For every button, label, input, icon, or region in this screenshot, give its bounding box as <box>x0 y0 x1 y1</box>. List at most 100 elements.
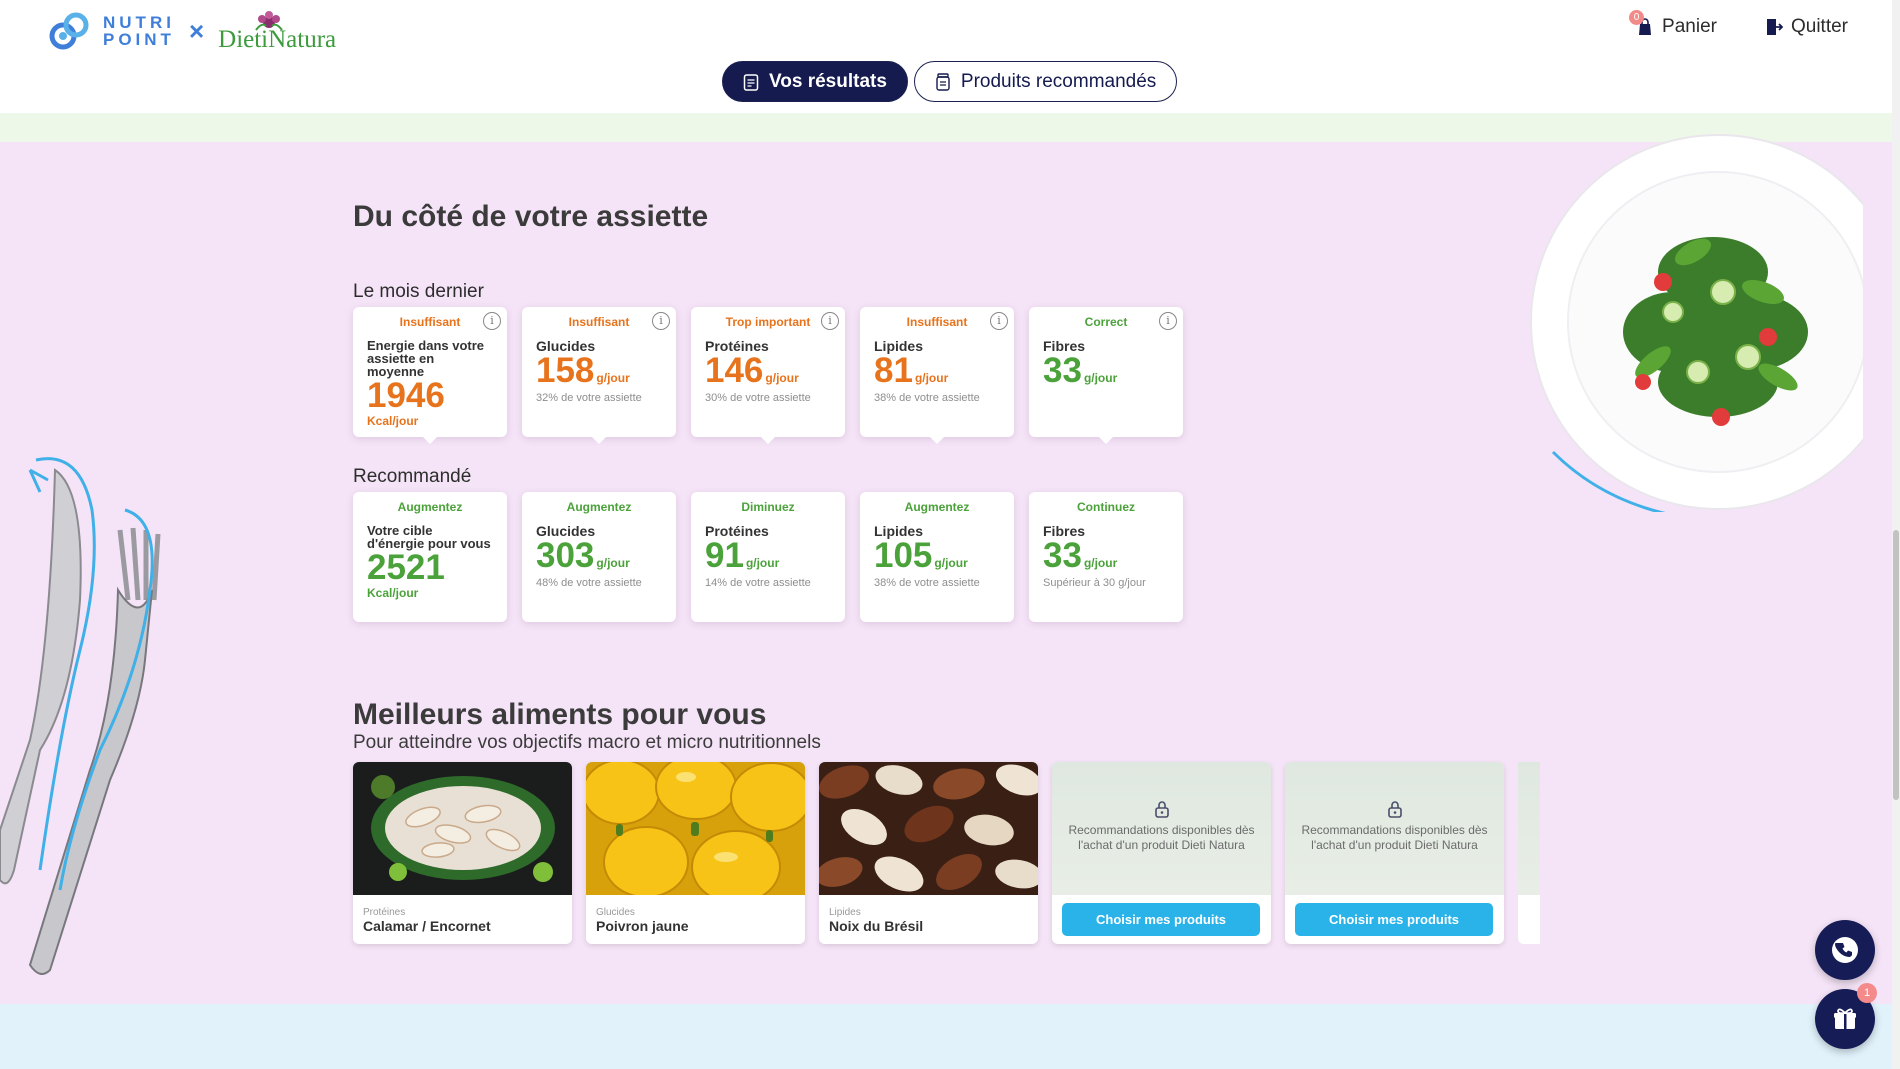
logout-label: Quitter <box>1790 16 1848 37</box>
card-unit: g/jour <box>1083 371 1118 385</box>
plate-section-title: Du côté de votre assiette <box>353 200 709 233</box>
dieti-natura-wordmark: DietiNatura <box>218 8 336 54</box>
food-name: Poivron jaune <box>596 918 689 934</box>
card-status: Correct <box>1084 315 1128 329</box>
card-unit: g/jour <box>765 371 799 385</box>
food-card-locked-partial <box>1518 762 1540 944</box>
card-unit: g/jour <box>596 371 630 385</box>
food-card-calamar[interactable]: Protéines Calamar / Encornet <box>353 762 572 944</box>
cart-count-badge: 0 <box>1629 10 1645 25</box>
nutripoint-logo-icon <box>47 8 93 54</box>
locked-message: Recommandations disponibles dès l'achat … <box>1301 823 1488 852</box>
nutrient-card-fibres[interactable]: Correct i Fibres 33 g/jour <box>1029 307 1183 444</box>
nutrient-card-energy[interactable]: Insuffisant i Energie dans votre assiett… <box>353 307 507 444</box>
card-unit: Kcal/jour <box>367 586 419 600</box>
info-icon[interactable]: i <box>652 312 670 330</box>
recommended-card-lipides: Augmentez Lipides 105 g/jour 38% de votre… <box>860 492 1014 622</box>
gift-badge: 1 <box>1857 983 1877 1003</box>
scrollbar-thumb[interactable] <box>1893 530 1899 800</box>
best-foods-title: Meilleurs aliments pour vous <box>353 698 767 731</box>
card-status: Continuez <box>1077 500 1135 514</box>
nutrient-card-glucides[interactable]: Insuffisant i Glucides 158 g/jour 32% de … <box>522 307 676 444</box>
choose-products-button[interactable]: Choisir mes produits <box>1062 903 1260 936</box>
card-value: 1946 <box>367 376 445 415</box>
nutrient-card-proteines[interactable]: Trop important i Protéines 146 g/jour 30%… <box>691 307 845 444</box>
info-icon[interactable]: i <box>483 312 501 330</box>
phone-contact-button[interactable] <box>1815 920 1875 980</box>
food-category: Protéines <box>363 907 406 918</box>
card-unit: g/jour <box>914 371 949 385</box>
jar-icon <box>936 72 950 91</box>
tab-vos-resultats-label: Vos résultats <box>769 70 887 92</box>
cart-label: Panier <box>1662 16 1717 37</box>
card-unit: Kcal/jour <box>367 414 419 428</box>
card-value: 2521 <box>367 548 445 587</box>
card-note: 14% de votre assiette <box>705 577 811 589</box>
nutripoint-wordmark: NUTRI POINT <box>103 14 175 48</box>
info-icon[interactable]: i <box>1159 312 1177 330</box>
tab-produits-recommandes[interactable]: Produits recommandés <box>913 61 1178 102</box>
food-card-locked-2: Recommandations disponibles dès l'achat … <box>1285 762 1504 944</box>
recommended-label: Recommandé <box>353 466 472 487</box>
brand-logo[interactable]: NUTRI POINT × DietiNatura <box>47 8 336 54</box>
recommended-card-proteines: Diminuez Protéines 91 g/jour 14% de votre… <box>691 492 845 622</box>
last-month-label: Le mois dernier <box>353 281 484 302</box>
card-value: 33 <box>1043 536 1082 575</box>
card-unit: g/jour <box>596 556 630 570</box>
logout-link[interactable]: Quitter <box>1765 16 1848 38</box>
logout-icon <box>1766 19 1783 35</box>
card-status: Insuffisant <box>399 315 461 329</box>
page-scrollbar[interactable] <box>1892 0 1900 1069</box>
recommended-card-energy: Augmentez Votre cible d'énergie pour vou… <box>353 492 507 622</box>
nutripoint-line1: NUTRI <box>103 13 175 32</box>
calamar-image <box>353 762 572 895</box>
info-icon[interactable]: i <box>821 312 839 330</box>
brand-separator: × <box>188 15 205 46</box>
card-status: Insuffisant <box>568 315 630 329</box>
cart-link[interactable]: 0 Panier <box>1629 10 1717 38</box>
card-value: 146 <box>705 351 764 390</box>
card-name: Energie dans votre assiette en moyenne <box>367 338 485 379</box>
food-card-locked-1: Recommandations disponibles dès l'achat … <box>1052 762 1271 944</box>
lock-icon <box>1387 801 1402 818</box>
food-name: Noix du Brésil <box>829 918 924 934</box>
next-section-band <box>0 1004 1892 1069</box>
food-card-noix[interactable]: Lipides Noix du Brésil <box>819 762 1038 944</box>
noix-image <box>819 762 1038 895</box>
card-note: 38% de votre assiette <box>874 392 980 404</box>
poivron-image <box>586 762 805 895</box>
food-card-poivron[interactable]: Glucides Poivron jaune <box>586 762 805 944</box>
tab-vos-resultats[interactable]: Vos résultats <box>722 61 908 102</box>
card-note: Supérieur à 30 g/jour <box>1043 577 1146 589</box>
info-icon[interactable]: i <box>990 312 1008 330</box>
lock-icon <box>1154 801 1169 818</box>
choose-products-button[interactable]: Choisir mes produits <box>1295 903 1493 936</box>
recommended-card-glucides: Augmentez Glucides 303 g/jour 48% de votr… <box>522 492 676 622</box>
recommended-cards: Augmentez Votre cible d'énergie pour vou… <box>353 492 1183 622</box>
card-status: Insuffisant <box>906 315 968 329</box>
card-value: 105 <box>874 536 933 575</box>
card-note: 30% de votre assiette <box>705 392 811 404</box>
card-status: Augmentez <box>397 500 463 514</box>
card-value: 91 <box>705 536 744 575</box>
card-status: Augmentez <box>566 500 632 514</box>
gift-button[interactable]: 1 <box>1815 983 1877 1049</box>
clipboard-icon <box>743 73 759 91</box>
phone-icon <box>1832 937 1858 963</box>
card-note: 38% de votre assiette <box>874 577 980 589</box>
top-header: NUTRI POINT × DietiNatura 0 Panier Quitt… <box>0 0 1892 113</box>
card-name: Votre cible d'énergie pour vous <box>367 523 491 551</box>
card-status: Diminuez <box>741 500 795 514</box>
food-category: Lipides <box>829 907 861 918</box>
last-month-cards: Insuffisant i Energie dans votre assiett… <box>353 307 1183 444</box>
locked-message: Recommandations disponibles dès l'achat … <box>1068 823 1255 852</box>
best-foods-subtitle: Pour atteindre vos objectifs macro et mi… <box>353 732 821 753</box>
food-name: Calamar / Encornet <box>363 918 491 934</box>
card-status: Augmentez <box>904 500 970 514</box>
card-note: 32% de votre assiette <box>536 392 642 404</box>
food-category: Glucides <box>596 907 635 918</box>
recommended-card-fibres: Continuez Fibres 33 g/jour Supérieur à 30… <box>1029 492 1183 622</box>
tab-produits-recommandes-label: Produits recommandés <box>960 70 1157 92</box>
salad-plate-illustration <box>1530 134 1863 512</box>
nutrient-card-lipides[interactable]: Insuffisant i Lipides 81 g/jour 38% de vo… <box>860 307 1014 444</box>
